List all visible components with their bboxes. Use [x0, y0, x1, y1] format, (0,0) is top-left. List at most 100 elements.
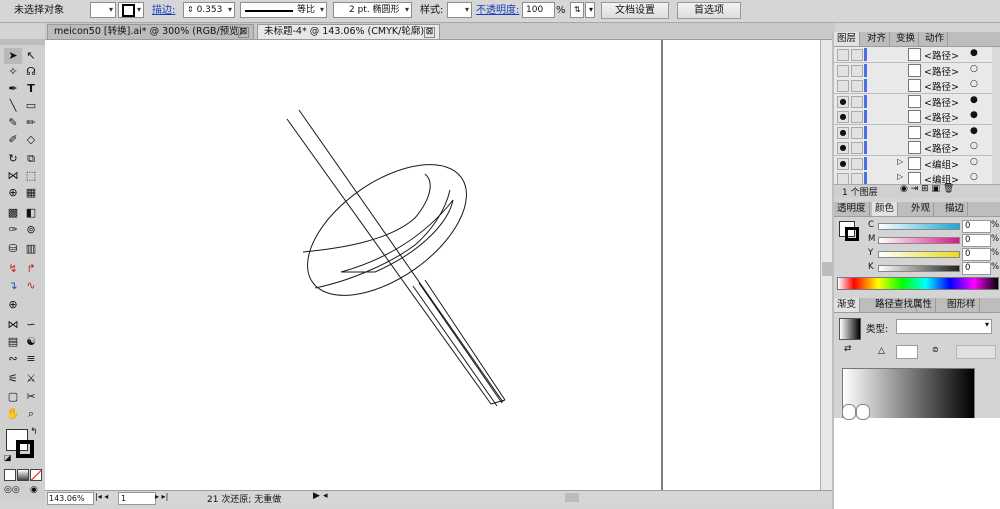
mesh-tool-icon[interactable]: ▩ — [4, 205, 22, 221]
scroll-left-icon[interactable]: ◂ — [323, 491, 328, 501]
layer-actions-icons[interactable]: ◉ ⇥ ⊞ ▣ 🗑 — [900, 184, 954, 194]
tab-align[interactable]: 对齐 — [864, 32, 891, 46]
target-circle-icon[interactable]: ○ — [970, 157, 978, 167]
tab-transform[interactable]: 变换 — [893, 32, 920, 46]
pencil-tool-icon[interactable]: ✏ — [22, 115, 40, 131]
target-circle-icon[interactable]: ● — [970, 110, 978, 120]
layer-row[interactable]: ● <路径> ● — [834, 109, 992, 125]
layer-row[interactable]: <路径> ○ — [834, 78, 992, 94]
gradient-tool-icon[interactable]: ◧ — [22, 205, 40, 221]
close-icon[interactable]: ⊠ — [424, 27, 435, 38]
target-circle-icon[interactable]: ○ — [970, 172, 978, 182]
stroke-link[interactable]: 描边: — [152, 3, 175, 18]
lock-toggle-icon[interactable] — [851, 80, 863, 92]
screen-mode-icon[interactable]: ◉ — [30, 485, 38, 495]
channel-track[interactable] — [878, 265, 960, 272]
variable-width-profile-dropdown[interactable]: 等比 ▾ — [240, 2, 327, 18]
angle-field[interactable] — [896, 345, 918, 359]
layer-row[interactable]: <路径> ○ — [834, 62, 992, 79]
scroll-thumb[interactable] — [822, 262, 832, 276]
expand-triangle-icon[interactable]: ▷ — [897, 157, 903, 166]
warp-tool-icon[interactable]: ∿ — [22, 278, 40, 294]
panel-grip[interactable] — [0, 39, 45, 45]
document-setup-button[interactable]: 文档设置 — [601, 2, 669, 19]
visibility-eye-icon[interactable] — [837, 64, 849, 77]
eraser-tool-icon[interactable]: ◇ — [22, 132, 40, 148]
graphic-style-dropdown[interactable]: ▾ — [447, 2, 472, 18]
tab-transparency[interactable]: 透明度 — [834, 202, 870, 216]
scale-tool-icon[interactable]: ⧉ — [22, 151, 40, 167]
target-circle-icon[interactable]: ● — [970, 95, 978, 105]
target-circle-icon[interactable]: ○ — [970, 141, 978, 151]
channel-value-field[interactable]: 0 — [962, 262, 991, 275]
artboard-nav-prev-icon[interactable]: |◂ ◂ — [95, 492, 108, 501]
artboard-nav-next-icon[interactable]: ▸ ▸| — [155, 492, 168, 501]
tab-appearance[interactable]: 外观 — [908, 202, 935, 216]
channel-track[interactable] — [878, 251, 960, 258]
gradient-stop-left[interactable] — [842, 404, 856, 420]
eyedropper-tool-icon[interactable]: ✑ — [4, 222, 22, 238]
lasso-tool-icon[interactable]: ☊ — [22, 64, 40, 80]
magic-wand-tool-icon[interactable]: ✧ — [4, 64, 22, 80]
target-circle-icon[interactable]: ● — [970, 126, 978, 136]
channel-track[interactable] — [878, 237, 960, 244]
crystallize-tool-icon[interactable]: ☯ — [22, 334, 40, 350]
layer-row[interactable]: <路径> ● — [834, 47, 992, 63]
live-paint-bucket-icon[interactable]: ↯ — [4, 261, 22, 277]
target-circle-icon[interactable]: ○ — [970, 64, 978, 74]
width-tool-icon[interactable]: ⋈ — [4, 168, 22, 184]
preferences-button[interactable]: 首选项 — [677, 2, 741, 19]
artboard-number-field[interactable]: 1 — [118, 492, 156, 505]
line-tool-icon[interactable]: ╲ — [4, 98, 22, 114]
blend-tool-icon[interactable]: ⊚ — [22, 222, 40, 238]
twirl-tool-icon[interactable]: ∽ — [22, 317, 40, 333]
stroke-swatch[interactable] — [16, 440, 34, 458]
tab-meicon50[interactable]: meicon50 [转换].ai* @ 300% (RGB/预览) ⊠ — [47, 24, 254, 39]
tab-attributes[interactable]: 属性 — [910, 298, 937, 312]
rectangle-tool-icon[interactable]: ▭ — [22, 98, 40, 114]
zoom-dropdown[interactable]: 143.06% — [47, 492, 94, 505]
reshape-tool-icon[interactable]: ↴ — [4, 278, 22, 294]
visibility-eye-icon[interactable]: ● — [837, 157, 849, 170]
lock-toggle-icon[interactable] — [851, 49, 863, 61]
lock-toggle-icon[interactable] — [851, 95, 863, 108]
swap-fill-stroke-icon[interactable]: ↰ — [30, 427, 38, 437]
artboard-canvas[interactable] — [45, 40, 832, 490]
tab-graphic-styles[interactable]: 图形样 — [944, 298, 980, 312]
gradient-mode-icon[interactable] — [17, 469, 29, 481]
isolate-options-icon[interactable]: ⇅ — [570, 2, 584, 18]
close-icon[interactable]: ⊠ — [238, 27, 249, 38]
perspective-grid-tool-icon[interactable]: ▦ — [22, 185, 40, 201]
lock-toggle-icon[interactable] — [851, 64, 863, 77]
reverse-gradient-icon[interactable]: ⇄ — [844, 344, 852, 354]
dock-divider[interactable] — [832, 32, 834, 509]
layer-row[interactable]: ● <路径> ● — [834, 93, 992, 110]
target-circle-icon[interactable]: ○ — [970, 79, 978, 89]
scissors-tool-icon[interactable]: ✂ — [22, 389, 40, 405]
layer-row[interactable]: ● ▷ <编组> ○ — [834, 155, 992, 172]
shape-builder-tool-icon[interactable]: ⊕ — [4, 185, 22, 201]
gradient-type-dropdown[interactable]: ▾ — [896, 319, 992, 334]
live-paint-selection-icon[interactable]: ↱ — [22, 261, 40, 277]
paintbrush-tool-icon[interactable]: ✎ — [4, 115, 22, 131]
fill-color-dropdown[interactable]: ▾ — [90, 2, 116, 18]
color-spectrum[interactable] — [837, 277, 999, 290]
free-transform-tool-icon[interactable]: ⬚ — [22, 168, 40, 184]
selection-tool-icon[interactable]: ➤ — [4, 48, 22, 64]
status-menu-icon[interactable]: ▶ — [313, 491, 320, 501]
tab-untitled-4[interactable]: 未标题-4* @ 143.06% (CMYK/轮廓) ⊠ — [257, 24, 440, 39]
symbol-sprayer-tool-icon[interactable]: ⛁ — [4, 241, 22, 257]
slice-tool-icon[interactable]: ⋈ — [4, 317, 22, 333]
channel-track[interactable] — [878, 223, 960, 230]
color-mode-icon[interactable] — [4, 469, 16, 481]
channel-value-field[interactable]: 0 — [962, 220, 991, 233]
visibility-eye-icon[interactable]: ● — [837, 142, 849, 154]
visibility-eye-icon[interactable]: ● — [837, 95, 849, 108]
layer-row[interactable]: ● <路径> ● — [834, 124, 992, 141]
lock-toggle-icon[interactable] — [851, 111, 863, 123]
zoom-tool-icon[interactable]: ⌕ — [22, 406, 40, 422]
lock-toggle-icon[interactable] — [851, 157, 863, 170]
brush-definition-dropdown[interactable]: 2 pt. 椭圆形 ▾ — [333, 2, 412, 18]
gradient-swatch[interactable] — [839, 318, 861, 340]
tab-gradient[interactable]: 渐变 — [834, 298, 861, 312]
